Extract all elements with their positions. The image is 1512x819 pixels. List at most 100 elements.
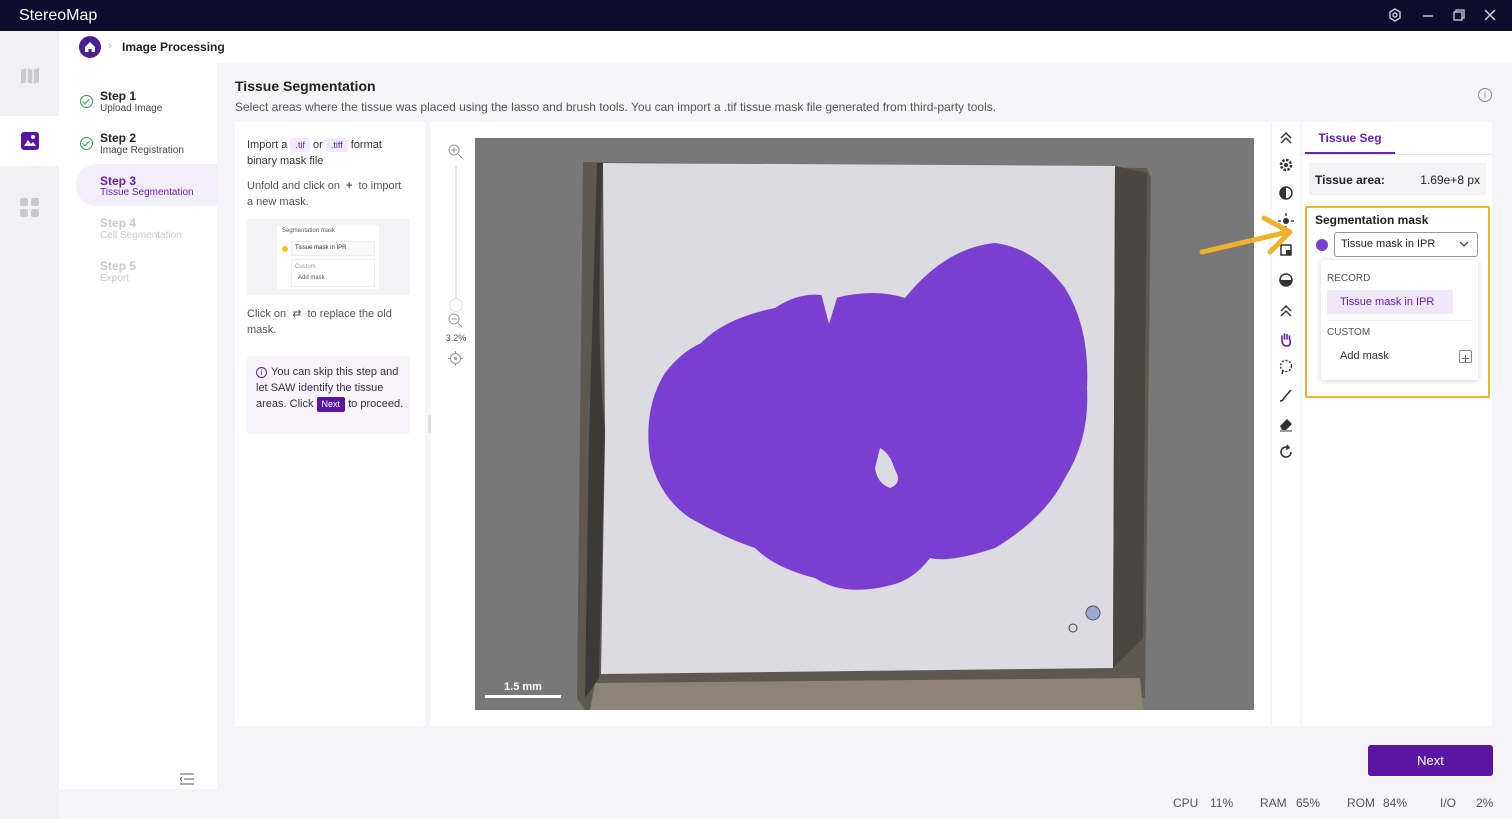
status-bar: CPU 11% RAM 65% ROM 84% I/O 2% (59, 789, 1512, 819)
segmentation-mask-title: Segmentation mask (1315, 213, 1429, 227)
contrast-icon[interactable] (1278, 185, 1294, 201)
tip-info-icon: i (256, 367, 267, 378)
record-item-tissue-mask[interactable]: Tissue mask in IPR (1327, 290, 1453, 314)
mask-select[interactable]: Tissue mask in IPR (1334, 232, 1478, 257)
guide-panel: Import a .tif or .tiff format binary mas… (235, 122, 425, 726)
scale-bar-label: 1.5 mm (504, 681, 542, 693)
step-4: Step 4 Cell Segmentation (76, 216, 216, 256)
tab-divider (1302, 154, 1492, 155)
opacity-icon[interactable] (1278, 271, 1294, 287)
mask-color-swatch[interactable] (1316, 239, 1328, 251)
add-mask-item[interactable]: Add mask (1340, 350, 1389, 362)
yellow-dot-icon (282, 246, 288, 252)
home-icon[interactable] (79, 36, 101, 58)
check-icon (80, 95, 93, 108)
breadcrumb-separator: › (108, 40, 112, 52)
eraser-icon[interactable] (1278, 416, 1294, 432)
preview-menu: Custom Add mask (291, 259, 375, 287)
steps-sidebar: Step 1 Upload Image Step 2 Image Registr… (59, 63, 217, 789)
close-icon[interactable] (1482, 7, 1498, 23)
cpu-value: 11% (1210, 796, 1234, 810)
next-button[interactable]: Next (1368, 745, 1493, 776)
apps-nav-icon[interactable] (0, 183, 59, 233)
image-processing-nav-icon[interactable] (0, 116, 59, 166)
tab-tissue-seg[interactable]: Tissue Seg (1305, 124, 1395, 154)
record-header: RECORD (1327, 273, 1371, 284)
ram-label: RAM (1260, 796, 1287, 810)
tiff-chip: .tiff (325, 138, 348, 152)
lasso-icon[interactable] (1278, 359, 1294, 375)
settings-icon[interactable] (1387, 7, 1403, 23)
breadcrumb-current: Image Processing (122, 40, 225, 54)
reset-icon[interactable] (1278, 444, 1294, 460)
step-5: Step 5 Export (76, 259, 216, 299)
check-icon (80, 137, 93, 150)
step-title: Step 5 (100, 259, 137, 273)
zoom-in-icon[interactable] (448, 144, 463, 164)
preview-select: Tissue mask in IPR (291, 241, 375, 256)
step-title: Step 4 (100, 216, 137, 230)
preview-custom-label: Custom (295, 264, 316, 270)
step-title: Step 3 (100, 174, 137, 188)
step-1[interactable]: Step 1 Upload Image (76, 89, 216, 129)
step-subtitle: Cell Segmentation (100, 230, 182, 241)
tif-chip: .tif (290, 138, 310, 152)
tissue-image (475, 138, 1254, 710)
io-label: I/O (1440, 796, 1457, 810)
mask-select-value: Tissue mask in IPR (1341, 238, 1436, 250)
zoom-slider[interactable] (455, 166, 457, 304)
tissue-area-value: 1.69e+8 px (1420, 173, 1480, 187)
zoom-level: 3.2% (445, 333, 467, 343)
scale-bar-line (485, 695, 561, 698)
map-nav-icon[interactable] (0, 51, 59, 101)
step-subtitle: Tissue Segmentation (100, 187, 194, 198)
swap-icon: ⇄ (292, 308, 302, 320)
hand-pan-icon[interactable] (1278, 331, 1294, 347)
zoom-slider-handle[interactable] (449, 298, 463, 312)
replace-instructions: Click on ⇄ to replace the old mask. (247, 308, 392, 336)
info-icon[interactable]: i (1478, 88, 1492, 102)
skip-tip: i You can skip this step and let SAW iden… (247, 356, 410, 434)
preview-card: Segmentation mask Tissue mask in IPR Cus… (277, 225, 379, 289)
page-title: Tissue Segmentation (235, 78, 376, 94)
io-value: 2% (1476, 796, 1494, 810)
import-instructions: Import a .tif or .tiff format binary mas… (247, 138, 382, 167)
gear-icon[interactable] (1278, 157, 1294, 173)
unfold-instructions: Unfold and click on + to import a new ma… (247, 180, 402, 208)
page-description: Select areas where the tissue was placed… (235, 100, 997, 114)
restore-icon[interactable] (1451, 7, 1467, 23)
ram-value: 65% (1296, 796, 1321, 810)
step-subtitle: Export (100, 273, 129, 284)
breadcrumb (59, 31, 1512, 63)
annotation-arrow-icon (1199, 215, 1293, 255)
panel-resize-handle[interactable] (428, 415, 431, 433)
tip-next-chip: Next (316, 397, 346, 412)
title-bar: StereoMap (0, 0, 1512, 31)
rom-label: ROM (1347, 796, 1375, 810)
tissue-canvas[interactable]: 1.5 mm (475, 138, 1254, 710)
tip-text-end: to proceed. (348, 398, 404, 410)
nav-rail (0, 31, 59, 819)
cpu-label: CPU (1173, 796, 1199, 810)
zoom-controls: 3.2% (443, 140, 469, 380)
minimize-icon[interactable] (1420, 7, 1436, 23)
collapse-up-icon-2[interactable] (1278, 303, 1294, 319)
recenter-icon[interactable] (448, 351, 463, 371)
step-title: Step 2 (100, 131, 137, 145)
collapse-sidebar-icon[interactable] (179, 772, 194, 785)
tissue-area-row: Tissue area: 1.69e+8 px (1309, 163, 1486, 195)
menu-divider (1327, 320, 1472, 321)
preview-title: Segmentation mask (282, 228, 336, 234)
step-title: Step 1 (100, 89, 137, 103)
brush-icon[interactable] (1278, 387, 1294, 403)
chevron-down-icon (1459, 241, 1469, 247)
collapse-up-icon[interactable] (1278, 130, 1294, 146)
add-mask-plus-icon[interactable] (1459, 350, 1472, 363)
scale-bar: 1.5 mm (485, 681, 561, 701)
rom-value: 84% (1383, 796, 1408, 810)
zoom-out-icon[interactable] (448, 313, 463, 333)
preview-add-mask: Add mask (298, 275, 325, 281)
tissue-area-label: Tissue area: (1315, 173, 1385, 187)
step-subtitle: Image Registration (100, 145, 184, 156)
step-3[interactable]: Step 3 Tissue Segmentation (76, 164, 217, 206)
